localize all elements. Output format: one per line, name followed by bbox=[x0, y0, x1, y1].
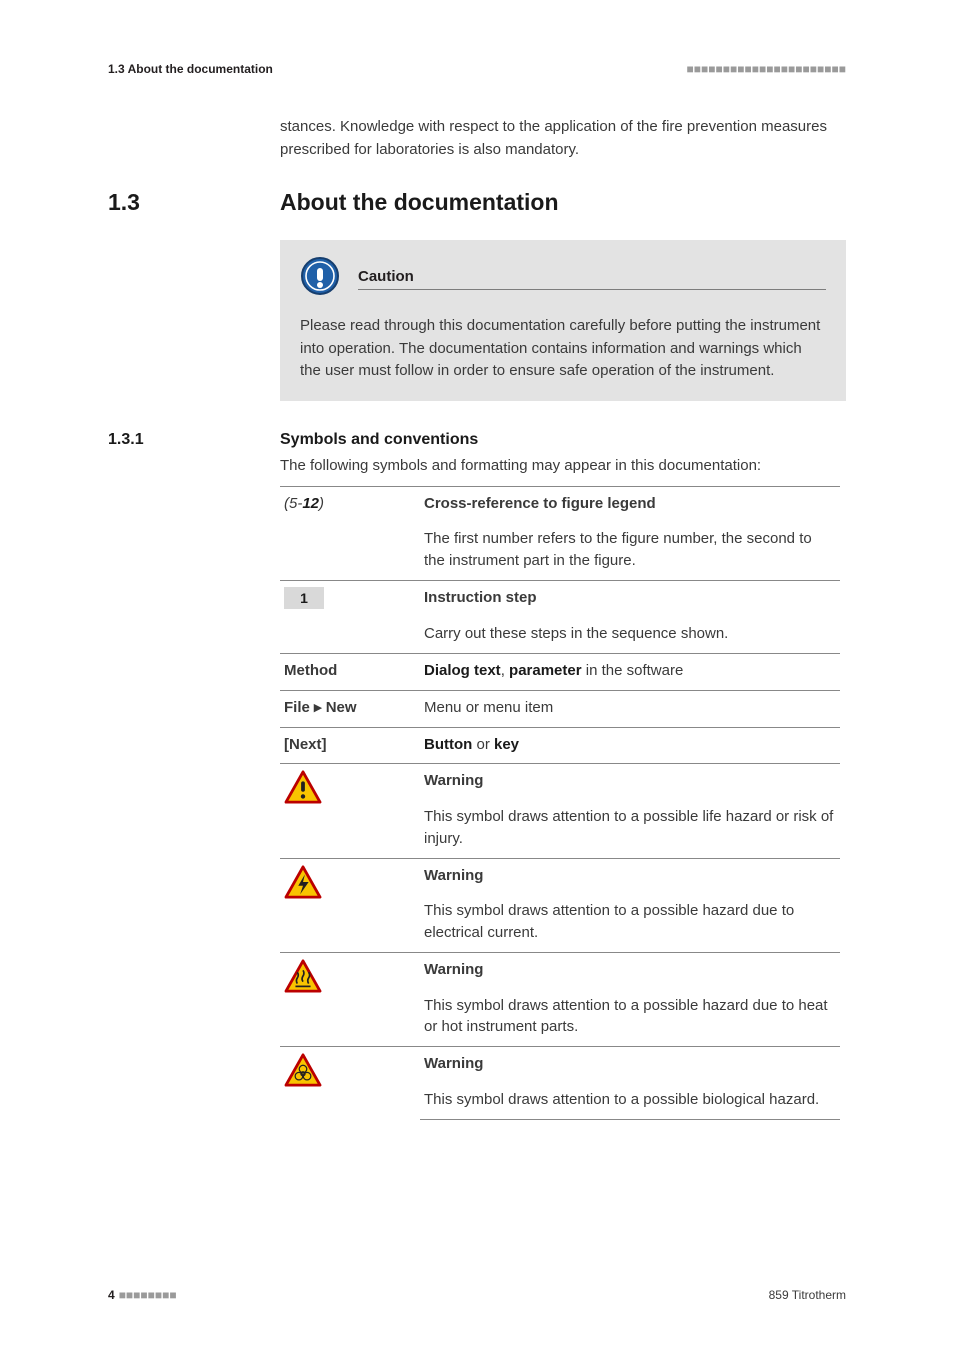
caution-icon bbox=[300, 256, 340, 301]
instruction-step-head: Instruction step bbox=[420, 580, 840, 617]
table-row: The first number refers to the figure nu… bbox=[280, 522, 840, 580]
footer-product: 859 Titrotherm bbox=[769, 1288, 846, 1302]
warning-biohazard-icon bbox=[280, 1047, 420, 1120]
button-label: [Next] bbox=[280, 727, 420, 764]
table-row: Carry out these steps in the sequence sh… bbox=[280, 617, 840, 653]
subsection-heading: 1.3.1 Symbols and conventions bbox=[108, 431, 846, 449]
warning-heat-body: This symbol draws attention to a possibl… bbox=[420, 989, 840, 1047]
table-row: Warning bbox=[280, 858, 840, 894]
table-row: File ▸ New Menu or menu item bbox=[280, 690, 840, 727]
table-row: 1 Instruction step bbox=[280, 580, 840, 617]
instruction-step-icon: 1 bbox=[280, 580, 420, 617]
warning-heat-icon bbox=[280, 952, 420, 1046]
table-row: Warning bbox=[280, 764, 840, 800]
header-section-label: 1.3 About the documentation bbox=[108, 62, 273, 76]
footer-dashes: ■■■■■■■■ bbox=[119, 1288, 177, 1302]
menu-desc: Menu or menu item bbox=[420, 690, 840, 727]
warning-heat-head: Warning bbox=[420, 952, 840, 988]
section-number: 1.3 bbox=[108, 189, 280, 216]
cross-ref-body: The first number refers to the figure nu… bbox=[420, 522, 840, 580]
menu-label: File ▸ New bbox=[280, 690, 420, 727]
table-row: (5-12) Cross-reference to figure legend bbox=[280, 486, 840, 522]
instruction-step-body: Carry out these steps in the sequence sh… bbox=[420, 617, 840, 653]
warning-general-head: Warning bbox=[420, 764, 840, 800]
footer-left: 4 ■■■■■■■■ bbox=[108, 1288, 177, 1302]
caution-body: Please read through this documentation c… bbox=[300, 315, 826, 383]
button-desc: Button or key bbox=[420, 727, 840, 764]
continuation-paragraph: stances. Knowledge with respect to the a… bbox=[280, 116, 846, 161]
table-row: Warning bbox=[280, 1047, 840, 1083]
warning-general-icon bbox=[280, 764, 420, 858]
caution-box: Caution Please read through this documen… bbox=[280, 240, 846, 401]
caution-head: Caution bbox=[300, 256, 826, 301]
warning-bio-head: Warning bbox=[420, 1047, 840, 1083]
continuation-text: stances. Knowledge with respect to the a… bbox=[280, 116, 846, 161]
section-heading: 1.3 About the documentation bbox=[108, 189, 846, 216]
page-header: 1.3 About the documentation ■■■■■■■■■■■■… bbox=[108, 62, 846, 76]
method-desc: Dialog text, parameter in the software bbox=[420, 654, 840, 691]
table-row: Warning bbox=[280, 952, 840, 988]
caution-title: Caution bbox=[358, 268, 826, 290]
header-dashes: ■■■■■■■■■■■■■■■■■■■■■■ bbox=[687, 62, 846, 76]
cross-ref-head: Cross-reference to figure legend bbox=[420, 486, 840, 522]
table-row: [Next] Button or key bbox=[280, 727, 840, 764]
table-row: Method Dialog text, parameter in the sof… bbox=[280, 654, 840, 691]
warning-electrical-head: Warning bbox=[420, 858, 840, 894]
warning-general-body: This symbol draws attention to a possibl… bbox=[420, 800, 840, 858]
symbols-table: (5-12) Cross-reference to figure legend … bbox=[280, 486, 840, 1120]
method-label: Method bbox=[280, 654, 420, 691]
cross-ref-example: (5-12) bbox=[280, 486, 420, 522]
warning-electrical-body: This symbol draws attention to a possibl… bbox=[420, 894, 840, 952]
subsection-intro: The following symbols and formatting may… bbox=[280, 457, 846, 474]
page-number: 4 bbox=[108, 1288, 115, 1302]
warning-electrical-icon bbox=[280, 858, 420, 952]
warning-bio-body: This symbol draws attention to a possibl… bbox=[420, 1083, 840, 1119]
page-footer: 4 ■■■■■■■■ 859 Titrotherm bbox=[108, 1288, 846, 1302]
subsection-number: 1.3.1 bbox=[108, 431, 280, 449]
subsection-title: Symbols and conventions bbox=[280, 431, 478, 449]
section-title: About the documentation bbox=[280, 189, 559, 216]
